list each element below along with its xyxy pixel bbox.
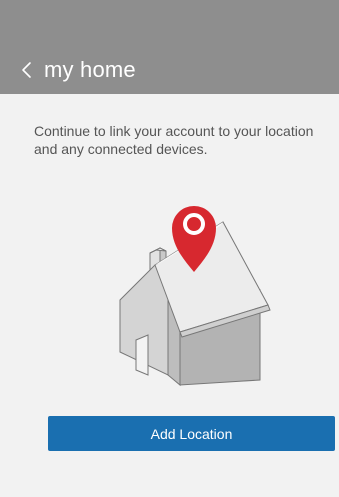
instruction-text: Continue to link your account to your lo…: [34, 123, 314, 157]
house-location-pin-icon: [119, 206, 271, 387]
add-location-button[interactable]: Add Location: [48, 416, 335, 451]
page-title: my home: [44, 57, 136, 82]
chevron-left-icon: [22, 62, 31, 78]
app-header: my home: [0, 0, 339, 94]
back-button[interactable]: [12, 56, 40, 84]
